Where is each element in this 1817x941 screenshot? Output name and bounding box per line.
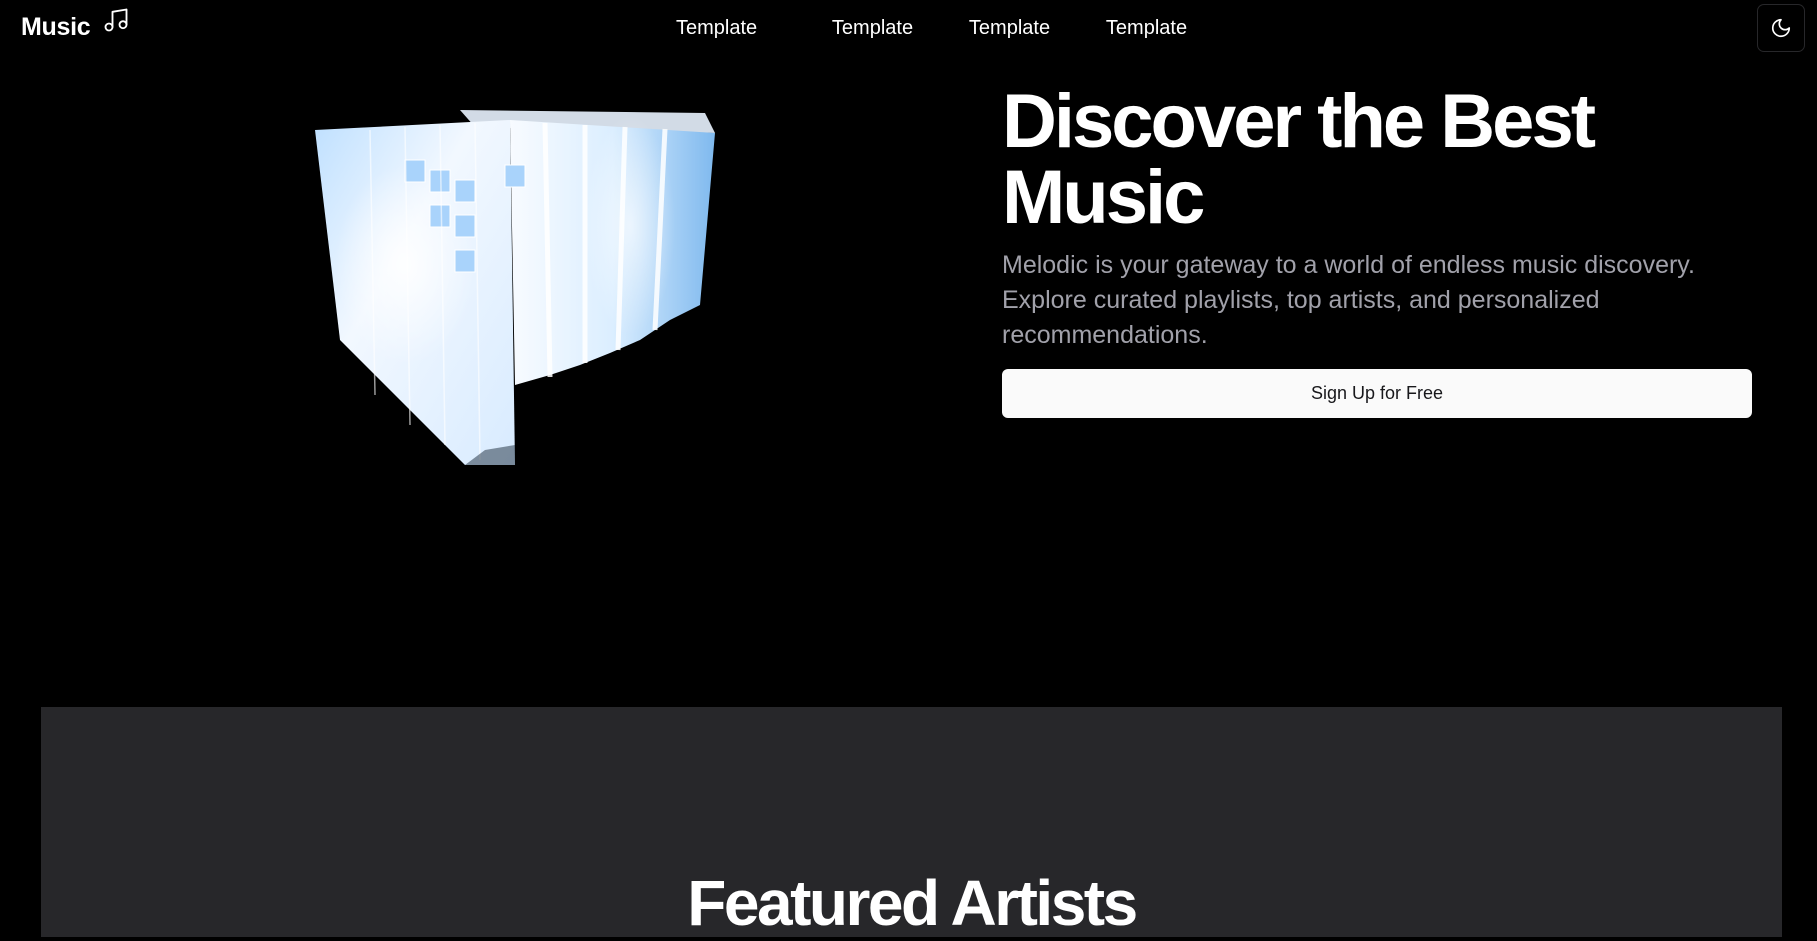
hero-title: Discover the Best Music xyxy=(1002,79,1596,240)
hero-subtitle: Melodic is your gateway to a world of en… xyxy=(1002,251,1695,349)
featured-artists-title: Featured Artists xyxy=(687,867,1138,939)
moon-icon xyxy=(1771,18,1791,38)
nav-link-2[interactable]: Template xyxy=(804,14,941,42)
theme-toggle-button[interactable] xyxy=(1757,4,1805,52)
glowing-cube-visualizer xyxy=(310,105,720,475)
site-header: Music Template Template Template Templat… xyxy=(0,0,1817,56)
logo-link[interactable]: Music xyxy=(21,8,130,44)
featured-artists-section: Featured Artists xyxy=(41,707,1782,939)
hero-section: Discover the Best Music Melodic is your … xyxy=(1002,84,1762,353)
nav-link-3[interactable]: Template xyxy=(941,14,1078,42)
nav-link-1[interactable]: Template xyxy=(676,14,804,42)
music-note-icon xyxy=(104,8,128,32)
nav-link-4[interactable]: Template xyxy=(1078,14,1215,42)
sign-up-button[interactable]: Sign Up for Free xyxy=(1002,369,1752,418)
main-nav: Template Template Template Template xyxy=(676,14,1215,42)
logo-text: Music xyxy=(21,13,91,41)
